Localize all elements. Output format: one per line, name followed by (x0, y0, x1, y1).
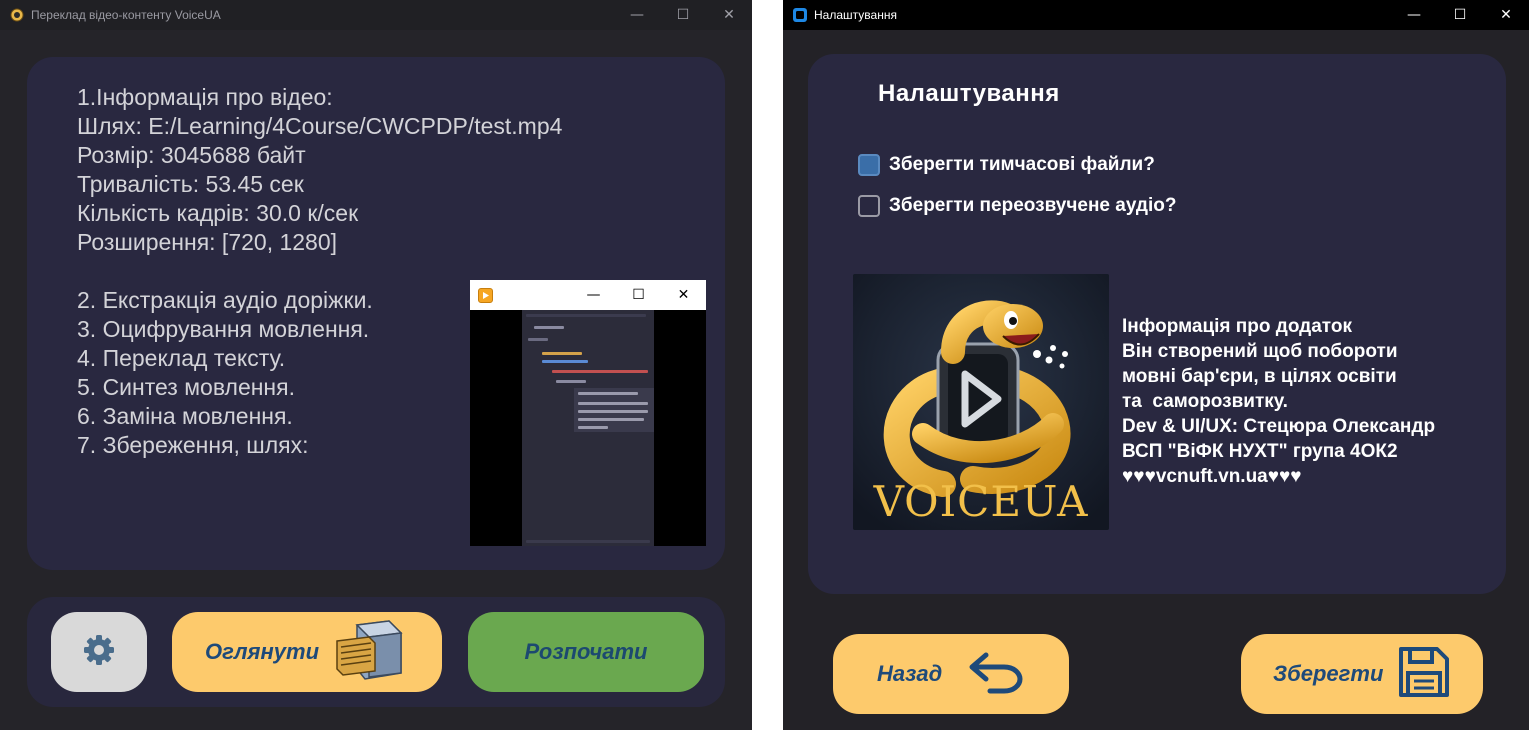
back-button[interactable]: Назад (833, 634, 1069, 714)
return-arrow-icon (968, 649, 1024, 699)
about-line-website: ♥♥♥vcnuft.vn.ua♥♥♥ (1122, 466, 1302, 487)
info-line-heading: 1.Інформація про відео: (77, 84, 333, 110)
about-line: та саморозвитку. (1122, 391, 1288, 412)
info-line-size: Розмір: 3045688 байт (77, 142, 306, 168)
about-line: ВСП "ВіФК НУХТ" група 4ОК2 (1122, 441, 1398, 462)
settings-titlebar[interactable]: Налаштування — ☐ ✕ (783, 0, 1529, 30)
main-window-title: Переклад відео-контенту VoiceUA (31, 8, 221, 22)
start-button[interactable]: Розпочати (468, 612, 704, 692)
video-preview-window[interactable]: — ☐ ✕ (470, 280, 706, 546)
preview-titlebar[interactable]: — ☐ ✕ (470, 280, 706, 310)
save-dubbed-audio-checkbox[interactable] (858, 195, 880, 217)
main-window: Переклад відео-контенту VoiceUA — ☐ ✕ 1.… (0, 0, 752, 730)
info-line-resolution: Розширення: [720, 1280] (77, 229, 338, 255)
settings-window-title: Налаштування (814, 8, 897, 22)
video-frame (522, 310, 654, 546)
info-line-path: Шлях: E:/Learning/4Course/CWCPDP/test.mp… (77, 113, 563, 139)
gear-icon (81, 632, 117, 672)
about-line: Він створений щоб побороти (1122, 341, 1398, 362)
save-dubbed-audio-label[interactable]: Зберегти переозвучене аудіо? (889, 195, 1176, 217)
about-line: мовні бар'єри, в цілях освіти (1122, 366, 1397, 387)
save-button-label: Зберегти (1273, 661, 1384, 686)
settings-button[interactable] (51, 612, 147, 692)
about-line: Dev & UI/UX: Стецюра Олександр (1122, 416, 1436, 437)
about-line: Інформація про додаток (1122, 316, 1352, 337)
file-cabinet-icon (335, 619, 405, 685)
info-line-duration: Тривалість: 53.45 сек (77, 171, 304, 197)
save-button[interactable]: Зберегти (1241, 634, 1483, 714)
settings-window: Налаштування — ☐ ✕ Налаштування Зберегти… (783, 0, 1529, 730)
close-button[interactable]: ✕ (706, 0, 752, 30)
voiceua-logo: VOICEUA (853, 274, 1109, 530)
preview-minimize-button[interactable]: — (571, 280, 616, 310)
app-logo-icon (9, 7, 25, 23)
minimize-button[interactable]: — (1391, 0, 1437, 30)
preview-close-button[interactable]: ✕ (661, 280, 706, 310)
info-line-fps: Кількість кадрів: 30.0 к/сек (77, 200, 359, 226)
start-button-label: Розпочати (524, 639, 648, 664)
maximize-button[interactable]: ☐ (1437, 0, 1483, 30)
app-window-icon (792, 7, 808, 23)
settings-panel: Налаштування Зберегти тимчасові файли? З… (808, 54, 1506, 594)
media-player-icon (478, 287, 493, 303)
logo-wordmark: VOICEUA (873, 477, 1089, 526)
minimize-button[interactable]: — (614, 0, 660, 30)
option-save-dubbed-audio[interactable]: Зберегти переозвучене аудіо? (858, 195, 1176, 217)
settings-heading: Налаштування (878, 80, 1060, 107)
browse-button-label: Оглянути (205, 639, 320, 664)
close-button[interactable]: ✕ (1483, 0, 1529, 30)
option-save-temp-files[interactable]: Зберегти тимчасові файли? (858, 154, 1155, 176)
back-button-label: Назад (877, 661, 943, 686)
save-temp-files-label[interactable]: Зберегти тимчасові файли? (889, 154, 1155, 176)
about-app-text: Інформація про додаток Він створений щоб… (1122, 314, 1435, 489)
main-titlebar[interactable]: Переклад відео-контенту VoiceUA — ☐ ✕ (0, 0, 752, 30)
floppy-disk-icon (1397, 645, 1451, 703)
browse-button[interactable]: Оглянути (172, 612, 442, 692)
save-temp-files-checkbox[interactable] (858, 154, 880, 176)
maximize-button[interactable]: ☐ (660, 0, 706, 30)
preview-maximize-button[interactable]: ☐ (616, 280, 661, 310)
